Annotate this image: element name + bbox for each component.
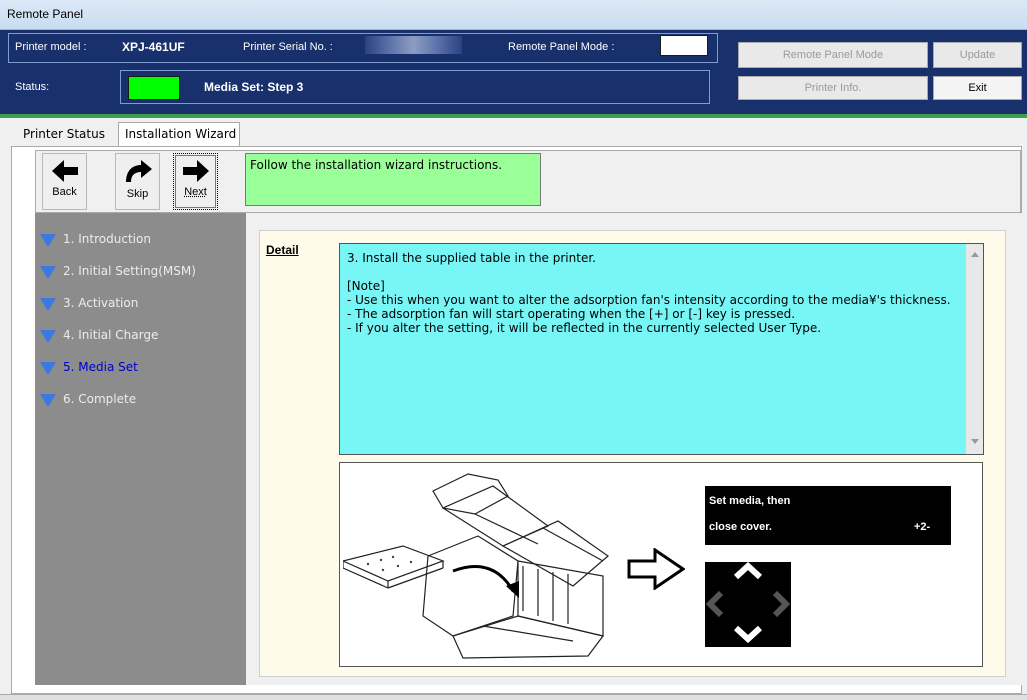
detail-line: - The adsorption fan will start operatin…	[347, 307, 796, 321]
lcd-value: +2-	[914, 521, 931, 533]
mode-indicator	[660, 35, 708, 56]
wizard-message: Follow the installation wizard instructi…	[245, 153, 541, 206]
redo-arrow-icon	[125, 160, 152, 182]
header-accent-line	[0, 114, 1027, 118]
scroll-down-icon[interactable]	[971, 439, 979, 444]
printer-info-button[interactable]: Printer Info.	[738, 76, 928, 100]
step-initial-charge: 4. Initial Charge	[40, 326, 158, 344]
arrow-right-outline-icon	[627, 548, 685, 590]
detail-line: - Use this when you want to alter the ad…	[347, 293, 951, 307]
exit-button[interactable]: Exit	[933, 76, 1022, 100]
next-label: Next	[184, 186, 207, 198]
triangle-down-icon	[40, 265, 56, 279]
triangle-down-icon	[40, 361, 56, 375]
detail-scrollbar[interactable]	[965, 244, 983, 454]
window-title: Remote Panel	[7, 7, 84, 21]
status-text: Media Set: Step 3	[204, 80, 304, 94]
title-bar: Remote Panel	[0, 0, 1027, 30]
status-led	[128, 76, 180, 100]
tab-installation-wizard[interactable]: Installation Wizard	[118, 122, 240, 147]
remote-panel-mode-button[interactable]: Remote Panel Mode	[738, 42, 928, 68]
step-media-set: 5. Media Set	[40, 358, 138, 376]
detail-line	[347, 265, 963, 279]
detail-label: Detail	[266, 243, 299, 257]
arrow-left-icon	[51, 160, 78, 182]
triangle-down-icon	[40, 233, 56, 247]
lcd-line-1: Set media, then	[709, 495, 791, 507]
triangle-down-icon	[40, 393, 56, 407]
arrow-right-icon	[182, 160, 209, 182]
triangle-down-icon	[40, 329, 56, 343]
step-activation: 3. Activation	[40, 294, 138, 312]
printer-model-value: XPJ-461UF	[122, 40, 185, 54]
back-label: Back	[52, 186, 77, 198]
printer-model-label: Printer model :	[15, 41, 87, 53]
step-complete: 6. Complete	[40, 390, 136, 408]
status-strip	[0, 694, 1027, 700]
detail-line: [Note]	[347, 279, 385, 293]
status-label: Status:	[15, 81, 50, 93]
step-introduction: 1. Introduction	[40, 230, 151, 248]
direction-keys-icon	[705, 561, 791, 644]
tab-printer-status[interactable]: Printer Status	[23, 127, 105, 141]
next-button[interactable]: Next	[173, 153, 218, 210]
lcd-display: Set media, then close cover. +2-	[705, 486, 951, 545]
skip-button[interactable]: Skip	[115, 153, 160, 210]
update-button[interactable]: Update	[933, 42, 1022, 68]
serial-value-redacted	[365, 36, 462, 54]
triangle-down-icon	[40, 297, 56, 311]
detail-text[interactable]: 3. Install the supplied table in the pri…	[339, 243, 984, 455]
back-button[interactable]: Back	[42, 153, 87, 210]
lcd-line-2: close cover.	[709, 521, 772, 533]
detail-line: - If you alter the setting, it will be r…	[347, 321, 822, 335]
steps-sidebar	[35, 213, 246, 685]
step-initial-setting: 2. Initial Setting(MSM)	[40, 262, 196, 280]
printer-illustration-image	[343, 473, 609, 659]
mode-label: Remote Panel Mode :	[508, 41, 615, 53]
serial-label: Printer Serial No. :	[243, 41, 333, 53]
skip-label: Skip	[126, 188, 149, 200]
keypad-image	[705, 561, 791, 647]
detail-line: 3. Install the supplied table in the pri…	[347, 251, 596, 265]
scroll-up-icon[interactable]	[971, 252, 979, 257]
